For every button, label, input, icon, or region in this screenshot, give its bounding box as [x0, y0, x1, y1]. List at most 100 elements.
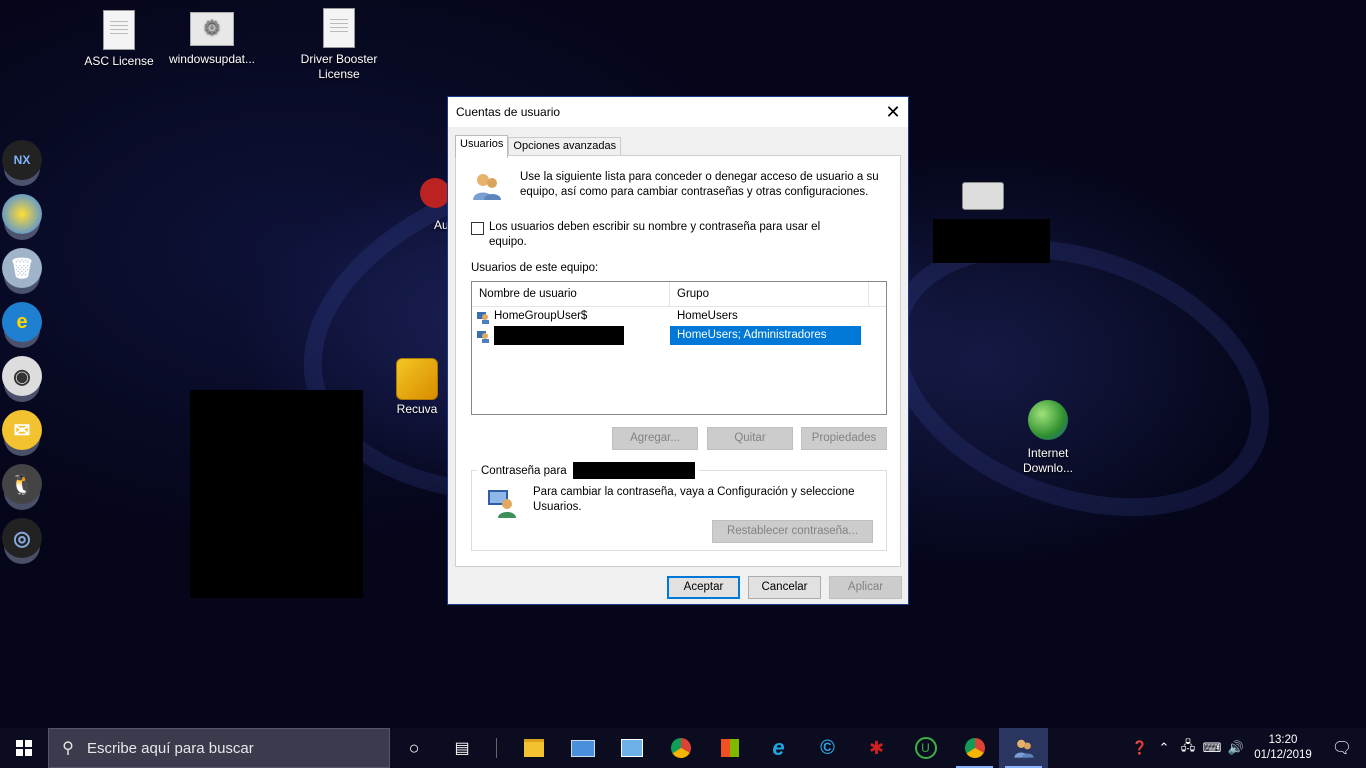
- nexus-icon[interactable]: NX: [2, 140, 42, 180]
- clock[interactable]: 13:20 01/12/2019: [1248, 733, 1318, 763]
- taskbar-app-control-panel[interactable]: [607, 728, 656, 768]
- redacted-username: [572, 462, 695, 479]
- info-text: Use la siguiente lista para conceder o d…: [520, 171, 879, 198]
- cortana-button[interactable]: ○: [390, 728, 438, 768]
- left-dock: NX 🗑 e ◉ ✉ 🐧 ◎: [0, 140, 48, 572]
- windows-icon[interactable]: [2, 194, 42, 234]
- list-header: Nombre de usuario Grupo: [472, 282, 886, 307]
- network-icon[interactable]: 🖧: [1176, 737, 1200, 759]
- desktop-icon-label: Internet Downlo...: [1022, 446, 1074, 475]
- clock-date: 01/12/2019: [1254, 749, 1312, 761]
- cancel-button[interactable]: Cancelar: [748, 576, 821, 599]
- eye-icon[interactable]: ◉: [2, 356, 42, 396]
- search-placeholder: Escribe aquí para buscar: [87, 739, 254, 757]
- table-row[interactable]: HomeGroupUser$ HomeUsers: [472, 307, 886, 326]
- reset-password-button[interactable]: Restablecer contraseña...: [712, 520, 873, 543]
- control-panel-icon: [620, 739, 643, 757]
- desktop-icon-windowsupdate[interactable]: ⚙ windowsupdat...: [167, 12, 257, 67]
- windows-logo-icon: [16, 740, 32, 756]
- redacted-area: [933, 219, 1050, 263]
- close-icon[interactable]: ✕: [878, 97, 908, 127]
- internet-explorer-icon: e: [772, 735, 785, 760]
- taskbar-app-file-explorer[interactable]: [509, 728, 558, 768]
- redacted-area: [190, 390, 363, 598]
- table-row[interactable]: HomeUsers; Administradores: [472, 326, 886, 345]
- uninstaller-icon: U: [914, 737, 937, 759]
- taskbar-app-uninstaller[interactable]: U: [901, 728, 950, 768]
- users-icon: [473, 174, 501, 200]
- chevron-up-icon[interactable]: ⌃: [1152, 740, 1176, 756]
- taskbar-app-ccleaner[interactable]: ©: [803, 728, 852, 768]
- taskbar-app-store[interactable]: [705, 728, 754, 768]
- remove-button[interactable]: Quitar: [707, 427, 793, 450]
- desktop-icon-driver-booster-license[interactable]: Driver Booster License: [294, 8, 384, 82]
- recycle-bin-icon[interactable]: 🗑: [2, 248, 42, 288]
- require-login-checkbox[interactable]: [471, 222, 484, 235]
- title-bar: Cuentas de usuario ✕: [448, 97, 908, 127]
- users-list[interactable]: Nombre de usuario Grupo HomeGroupUser$ H…: [471, 281, 887, 415]
- chrome-icon: [964, 738, 985, 758]
- desktop-icon-label: Au: [434, 218, 449, 232]
- taskbar-app-antivirus[interactable]: ✱: [852, 728, 901, 768]
- column-header-group[interactable]: Grupo: [670, 282, 869, 306]
- password-group-label-text: Contraseña para: [481, 464, 567, 477]
- tab-usuarios[interactable]: Usuarios: [455, 135, 509, 158]
- ok-button[interactable]: Aceptar: [667, 576, 740, 599]
- camera-icon[interactable]: ◎: [2, 518, 42, 558]
- add-button[interactable]: Agregar...: [612, 427, 698, 450]
- require-login-checkbox-row[interactable]: Los usuarios deben escribir su nombre y …: [471, 220, 841, 250]
- password-info-text: Para cambiar la contraseña, vaya a Confi…: [533, 486, 855, 513]
- task-view-button[interactable]: ▤: [438, 728, 486, 768]
- password-group-label: Contraseña para: [477, 462, 699, 479]
- tab-strip: Usuarios Opciones avanzadas: [455, 135, 622, 158]
- desktop-icon-internet-download-manager[interactable]: Internet Downlo...: [1003, 400, 1093, 476]
- document-icon: [103, 10, 135, 50]
- desktop-icon-asc-license[interactable]: ASC License: [74, 10, 164, 69]
- desktop-icon-label: Driver Booster License: [300, 52, 378, 81]
- volume-icon[interactable]: 🔊: [1224, 740, 1248, 756]
- taskbar-app-chrome[interactable]: [656, 728, 705, 768]
- mail-icon[interactable]: ✉: [2, 410, 42, 450]
- taskbar-app-remote-desktop[interactable]: [558, 728, 607, 768]
- clock-time: 13:20: [1268, 734, 1298, 746]
- password-groupbox: Contraseña para Para cambiar la contrase…: [471, 462, 887, 551]
- printer-icon: [962, 182, 1004, 210]
- keyboard-icon[interactable]: ⌨: [1200, 740, 1224, 756]
- username-cell: HomeGroupUser$: [494, 310, 588, 322]
- apply-button[interactable]: Aplicar: [829, 576, 902, 599]
- desktop-icon-partial[interactable]: Au: [420, 178, 450, 233]
- globe-icon: [1028, 400, 1068, 440]
- tab-opciones-avanzadas[interactable]: Opciones avanzadas: [508, 137, 622, 157]
- properties-button[interactable]: Propiedades: [801, 427, 887, 450]
- group-cell: HomeUsers; Administradores: [670, 326, 861, 345]
- task-view-icon: ▤: [454, 740, 470, 757]
- taskbar-app-chrome-profile[interactable]: [950, 728, 999, 768]
- taskbar: ⚲ Escribe aquí para buscar ○ ▤ e © ✱ U ❓…: [0, 728, 1366, 768]
- redacted-username: [494, 326, 624, 345]
- desktop-icon-printer[interactable]: [938, 182, 1028, 210]
- chrome-icon: [670, 738, 691, 758]
- help-icon[interactable]: ❓: [1128, 740, 1152, 756]
- internet-explorer-icon[interactable]: e: [2, 302, 42, 342]
- taskbar-app-internet-explorer[interactable]: e: [754, 728, 803, 768]
- ccleaner-icon: ©: [820, 736, 835, 759]
- tab-panel: Use la siguiente lista para conceder o d…: [455, 155, 901, 567]
- search-box[interactable]: ⚲ Escribe aquí para buscar: [48, 728, 390, 768]
- notification-icon[interactable]: 🗨: [1318, 738, 1366, 758]
- dialog-title: Cuentas de usuario: [456, 105, 561, 119]
- linux-icon[interactable]: 🐧: [2, 464, 42, 504]
- document-icon: [323, 8, 355, 48]
- users-icon: [1013, 739, 1034, 758]
- group-cell: HomeUsers: [677, 310, 738, 322]
- store-icon: [720, 739, 739, 757]
- taskbar-app-user-accounts[interactable]: [999, 728, 1048, 768]
- app-icon: [420, 178, 450, 208]
- start-button[interactable]: [0, 728, 48, 768]
- user-password-icon: [488, 490, 516, 518]
- desktop-icon-label: ASC License: [84, 54, 154, 68]
- user-icon: [477, 330, 489, 343]
- user-icon: [477, 311, 489, 324]
- monitor-icon: [570, 739, 595, 757]
- search-icon: ⚲: [62, 740, 74, 757]
- column-header-username[interactable]: Nombre de usuario: [472, 282, 670, 306]
